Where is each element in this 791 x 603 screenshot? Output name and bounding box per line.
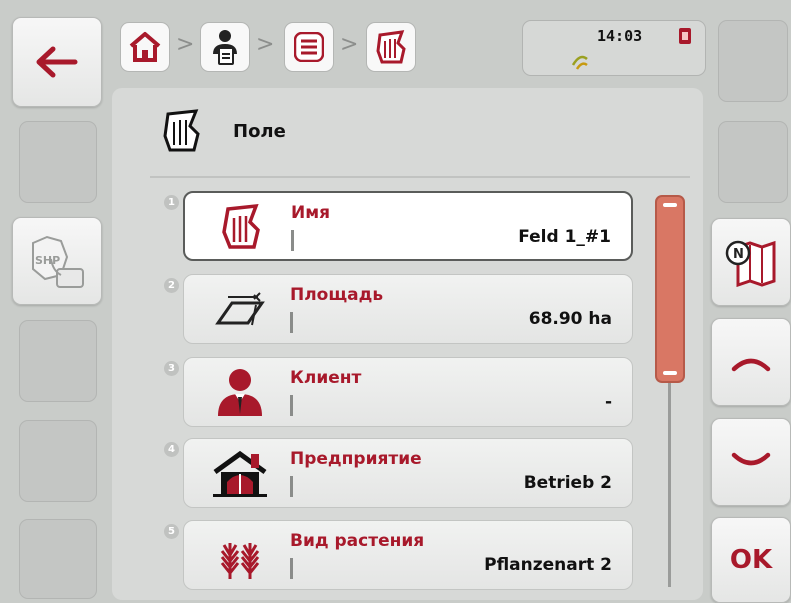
item-value: Pflanzenart 2 bbox=[484, 555, 612, 575]
item-index-badge: 5 bbox=[164, 524, 179, 539]
field-icon bbox=[203, 199, 279, 255]
item-label: Имя bbox=[291, 203, 331, 223]
item-index-badge: 3 bbox=[164, 361, 179, 376]
item-label: Площадь bbox=[290, 285, 384, 305]
list-item-crop-type[interactable]: Вид растения Pflanzenart 2 bbox=[183, 520, 633, 590]
value-cursor bbox=[290, 558, 293, 579]
scroll-up-button[interactable] bbox=[711, 318, 791, 406]
farm-icon bbox=[202, 445, 278, 501]
shp-import-button[interactable]: SHP bbox=[12, 217, 102, 305]
item-index-badge: 4 bbox=[164, 442, 179, 457]
list-item-name[interactable]: Имя Feld 1_#1 bbox=[183, 191, 633, 261]
item-index-badge: 2 bbox=[164, 278, 179, 293]
map-compass-icon: N bbox=[725, 240, 776, 287]
shp-label: SHP bbox=[35, 254, 60, 267]
breadcrumb-separator: > bbox=[256, 32, 275, 57]
menu-icon bbox=[294, 32, 324, 62]
back-button[interactable] bbox=[12, 17, 102, 107]
left-empty-button-6 bbox=[19, 519, 97, 599]
clock-time: 14:03 bbox=[597, 27, 643, 45]
item-label: Клиент bbox=[290, 368, 362, 388]
value-cursor bbox=[291, 230, 294, 251]
left-empty-button-2 bbox=[19, 121, 97, 203]
page-title-field-icon bbox=[163, 109, 200, 152]
item-label: Вид растения bbox=[290, 531, 425, 551]
value-cursor bbox=[290, 476, 293, 497]
item-value: Betrieb 2 bbox=[523, 473, 612, 493]
left-empty-button-4 bbox=[19, 320, 97, 402]
item-value: - bbox=[604, 392, 612, 412]
ok-label: OK bbox=[729, 545, 773, 575]
item-label: Предприятие bbox=[290, 449, 422, 469]
breadcrumb-home[interactable] bbox=[120, 22, 170, 72]
field-icon bbox=[376, 30, 406, 64]
list-item-area[interactable]: Площадь 68.90 ha bbox=[183, 274, 633, 344]
operator-icon bbox=[213, 30, 237, 65]
right-empty-button-1 bbox=[718, 20, 788, 102]
breadcrumb-separator: > bbox=[340, 32, 359, 57]
scrollbar-thumb[interactable] bbox=[655, 195, 685, 383]
ok-button[interactable]: OK bbox=[711, 517, 791, 603]
value-cursor bbox=[290, 312, 293, 333]
list-item-enterprise[interactable]: Предприятие Betrieb 2 bbox=[183, 438, 633, 508]
breadcrumb-operator[interactable] bbox=[200, 22, 250, 72]
chevron-up-icon bbox=[731, 358, 771, 372]
item-index-badge: 1 bbox=[164, 195, 179, 210]
list-item-customer[interactable]: Клиент - bbox=[183, 357, 633, 427]
scroll-down-button[interactable] bbox=[711, 418, 791, 506]
scrollbar-top-cap bbox=[663, 203, 677, 207]
crop-icon bbox=[202, 527, 278, 583]
left-empty-button-5 bbox=[19, 420, 97, 502]
item-value: 68.90 ha bbox=[528, 309, 612, 329]
shp-import-icon: SHP bbox=[32, 235, 84, 288]
map-view-button[interactable]: N bbox=[711, 218, 791, 306]
compass-north-label: N bbox=[733, 247, 744, 262]
right-empty-button-2 bbox=[718, 121, 788, 203]
scrollbar-bottom-cap bbox=[663, 371, 677, 375]
breadcrumb-menu[interactable] bbox=[284, 22, 334, 72]
value-cursor bbox=[290, 395, 293, 416]
item-value: Feld 1_#1 bbox=[518, 227, 611, 247]
gps-signal-icon bbox=[571, 55, 588, 70]
home-icon bbox=[129, 32, 161, 62]
breadcrumb-separator: > bbox=[176, 32, 195, 57]
customer-icon bbox=[202, 364, 278, 420]
page-title: Поле bbox=[233, 121, 286, 142]
record-icon bbox=[679, 28, 691, 44]
status-area: 14:03 bbox=[522, 20, 706, 76]
back-arrow-icon bbox=[36, 46, 78, 78]
title-divider bbox=[150, 176, 690, 178]
chevron-down-icon bbox=[731, 452, 771, 466]
area-icon bbox=[202, 281, 278, 337]
breadcrumb-field[interactable] bbox=[366, 22, 416, 72]
